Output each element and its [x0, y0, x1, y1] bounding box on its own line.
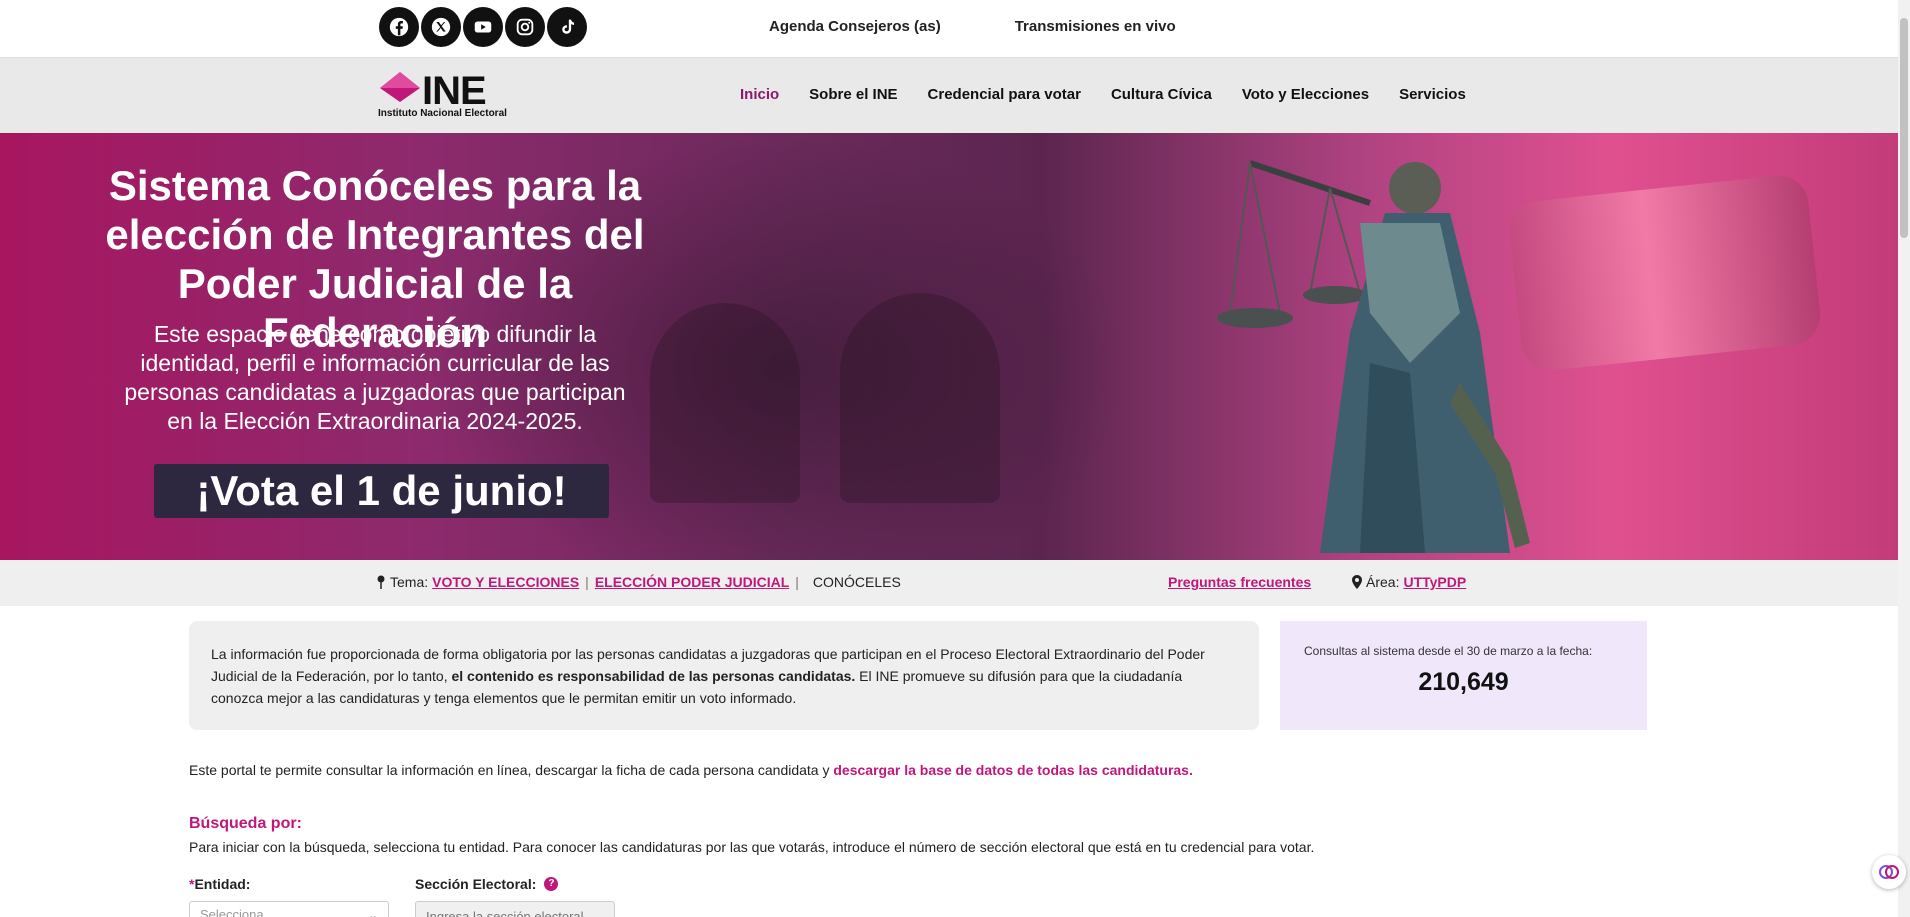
seccion-label-text: Sección Electoral:	[415, 876, 537, 892]
breadcrumb-current: CONÓCELES	[812, 574, 901, 590]
scrollbar-thumb[interactable]	[1900, 18, 1908, 238]
entidad-select-value: Selecciona	[200, 907, 264, 917]
search-heading: Búsqueda por:	[189, 815, 302, 832]
breadcrumb: Tema: VOTO Y ELECCIONES | ELECCIÓN PODER…	[0, 560, 1898, 606]
ine-logo[interactable]: INE Instituto Nacional Electoral	[378, 70, 530, 120]
location-icon	[1352, 575, 1362, 589]
search-description: Para iniciar con la búsqueda, selecciona…	[189, 839, 1315, 855]
breadcrumb-eleccion-poder-judicial[interactable]: ELECCIÓN PODER JUDICIAL	[595, 574, 789, 590]
page-scrollbar[interactable]	[1898, 0, 1910, 917]
area-link[interactable]: UTTyPDP	[1403, 574, 1466, 590]
facebook-icon[interactable]	[379, 7, 419, 47]
help-icon[interactable]: ?	[544, 877, 559, 891]
logo-subtitle: Instituto Nacional Electoral	[378, 108, 507, 119]
nav-credencial[interactable]: Credencial para votar	[928, 86, 1081, 103]
breadcrumb-separator: |	[795, 574, 799, 590]
faq-link[interactable]: Preguntas frecuentes	[1168, 574, 1311, 590]
counter-value: 210,649	[1418, 668, 1509, 696]
vote-date-banner: ¡Vota el 1 de junio!	[154, 464, 609, 518]
transmisiones-link[interactable]: Transmisiones en vivo	[1015, 18, 1176, 35]
hero-banner: Sistema Conóceles para la elección de In…	[0, 133, 1898, 560]
logo-text: INE	[422, 69, 487, 113]
lady-justice-image	[1217, 160, 1530, 553]
hero-description: Este espacio tiene como objetivo difundi…	[124, 321, 626, 434]
portal-description: Este portal te permite consultar la info…	[189, 762, 1193, 778]
seccion-input[interactable]	[415, 901, 615, 917]
visits-counter: Consultas al sistema desde el 30 de marz…	[1280, 621, 1647, 730]
youtube-icon[interactable]	[463, 7, 503, 47]
assistant-button[interactable]	[1872, 855, 1906, 889]
nav-inicio[interactable]: Inicio	[740, 86, 779, 103]
agenda-consejeros-link[interactable]: Agenda Consejeros (as)	[769, 18, 941, 35]
disclaimer-bold: el contenido es responsabilidad de las p…	[451, 668, 856, 684]
disclaimer-box: La información fue proporcionada de form…	[189, 621, 1259, 730]
nav-servicios[interactable]: Servicios	[1399, 86, 1466, 103]
silhouette-decoration	[840, 293, 1000, 503]
tema-label: Tema:	[390, 574, 429, 590]
nav-sobre-ine[interactable]: Sobre el INE	[809, 86, 897, 103]
main-nav: INE Instituto Nacional Electoral Inicio …	[0, 58, 1898, 133]
x-icon[interactable]	[421, 7, 461, 47]
pin-icon	[377, 575, 385, 589]
entidad-label: *Entidad:	[189, 876, 250, 892]
breadcrumb-separator: |	[585, 574, 589, 590]
instagram-icon[interactable]	[505, 7, 545, 47]
social-links	[379, 7, 587, 47]
download-database-link[interactable]: descargar la base de datos de todas las …	[833, 762, 1192, 778]
nav-cultura-civica[interactable]: Cultura Cívica	[1111, 86, 1212, 103]
brain-icon	[1879, 865, 1899, 879]
top-bar: Agenda Consejeros (as) Transmisiones en …	[0, 0, 1898, 58]
nav-voto-elecciones[interactable]: Voto y Elecciones	[1242, 86, 1369, 103]
area-label: Área:	[1366, 574, 1400, 590]
seccion-label: Sección Electoral: ?	[415, 876, 559, 892]
entidad-select[interactable]: Selecciona ⌄	[189, 901, 389, 917]
tiktok-icon[interactable]	[547, 7, 587, 47]
ine-diamond-icon	[380, 72, 420, 102]
portal-text: Este portal te permite consultar la info…	[189, 762, 834, 778]
chevron-down-icon: ⌄	[367, 908, 378, 917]
breadcrumb-voto-elecciones[interactable]: VOTO Y ELECCIONES	[432, 574, 579, 590]
counter-label: Consultas al sistema desde el 30 de marz…	[1304, 644, 1593, 658]
entidad-label-text: Entidad:	[194, 876, 251, 892]
